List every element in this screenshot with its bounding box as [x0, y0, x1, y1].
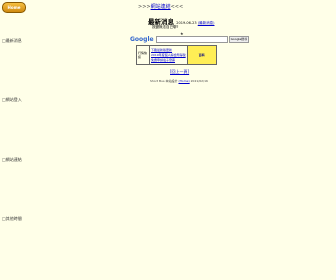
news-date-value: 2019-06-23: [176, 21, 197, 25]
title-prefix: >>>: [138, 4, 151, 10]
sidebar-item-other[interactable]: □其他時間: [2, 216, 22, 222]
search-button[interactable]: Google搜尋: [228, 36, 250, 43]
footer-text: Short Bus 本站設計: [150, 79, 178, 83]
site-links-link[interactable]: 網站連結: [151, 4, 171, 10]
search-bar: Google Google搜尋: [130, 36, 250, 43]
google-logo: Google: [130, 36, 154, 43]
news-date-link[interactable]: (最新消息): [198, 21, 215, 25]
title-suffix: <<<: [170, 4, 184, 10]
promo-link[interactable]: 2019年度個人綜合所得稅: [151, 53, 186, 58]
promo-table: 行情快訊 下載最新版更新 2019年度個人綜合所得稅 免費申請電子發票 百科: [136, 45, 217, 65]
news-subheading: 按鍵無法自己聊?: [152, 25, 179, 29]
back-link[interactable]: [回上一頁]: [170, 69, 189, 75]
promo-links: 下載最新版更新 2019年度個人綜合所得稅 免費申請電子發票: [149, 45, 188, 65]
promo-label: 行情快訊: [136, 45, 150, 65]
sidebar-item-news[interactable]: □最新消息: [2, 38, 22, 44]
promo-badge[interactable]: 百科: [186, 45, 217, 65]
news-date: 2019-06-23 (最新消息): [176, 21, 214, 25]
home-button[interactable]: Home: [2, 2, 26, 13]
sidebar-item-links[interactable]: □網站連結: [2, 157, 22, 163]
site-title: >>>網站連結<<<: [138, 3, 183, 10]
promo-link[interactable]: 免費申請電子發票: [151, 58, 186, 63]
footer-suffix: 2021/02/16: [190, 79, 208, 83]
sidebar-item-login[interactable]: □網站登入: [2, 97, 22, 103]
footer-link[interactable]: (Home): [178, 79, 189, 83]
footer: Short Bus 本站設計 (Home) 2021/02/16: [150, 79, 208, 83]
search-input[interactable]: [155, 36, 228, 43]
